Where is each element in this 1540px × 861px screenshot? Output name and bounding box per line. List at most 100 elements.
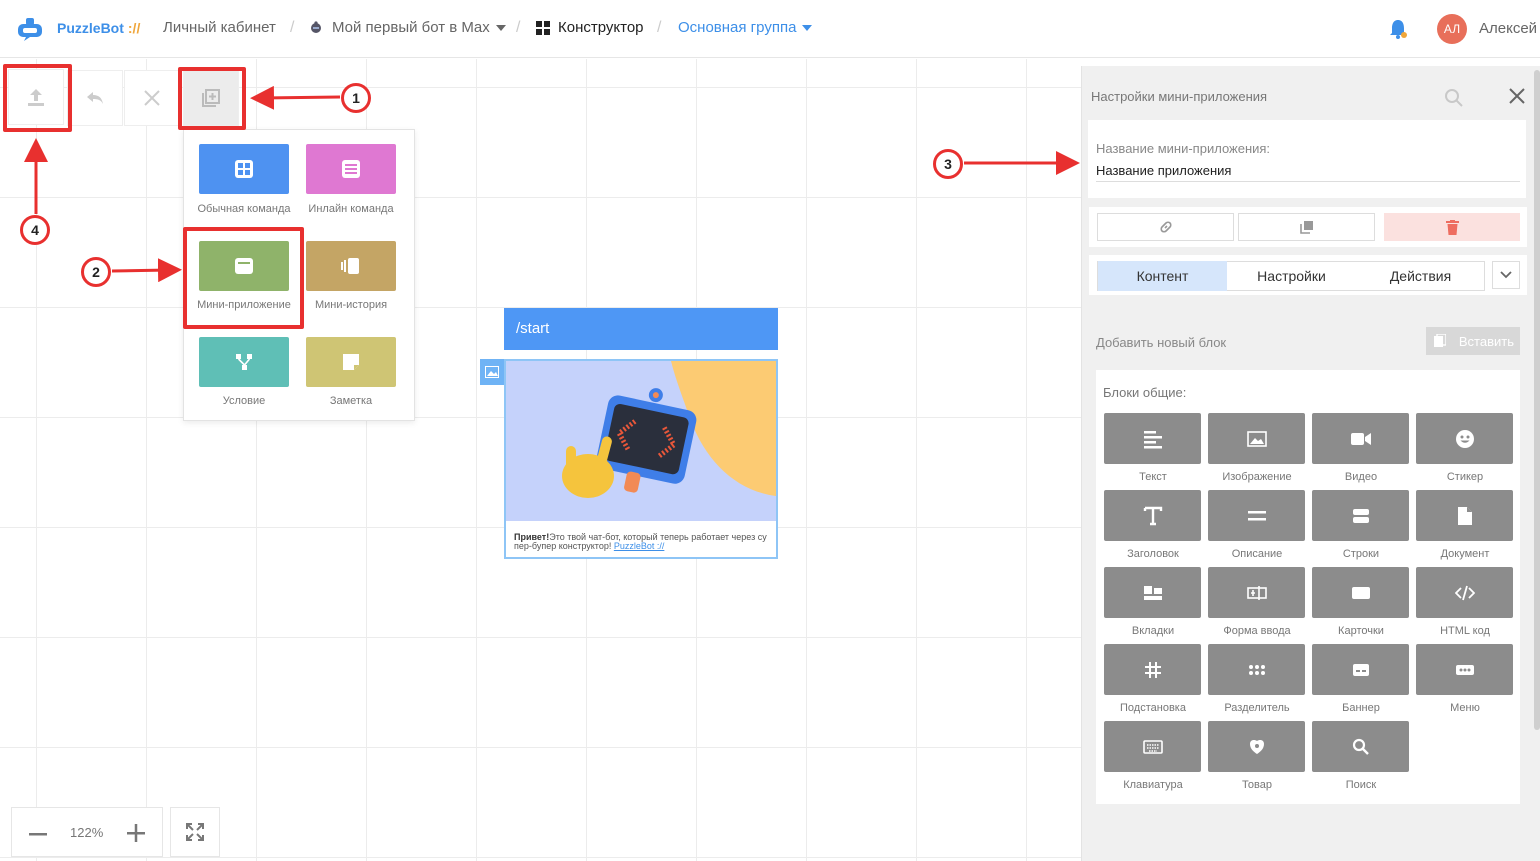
block-rows[interactable] — [1312, 490, 1409, 541]
menu-item-inline[interactable] — [306, 144, 396, 194]
bot-icon — [311, 21, 321, 33]
block-rows-label: Строки — [1342, 548, 1380, 560]
breadcrumb-group-label: Основная группа — [678, 19, 797, 36]
block-tabs-label: Вкладки — [1131, 625, 1175, 637]
zoom-out-icon[interactable] — [28, 824, 48, 844]
code-icon — [1454, 585, 1475, 600]
menu-item-mini-app[interactable] — [199, 241, 289, 291]
block-text-label: Текст — [1139, 471, 1167, 483]
breadcrumb-bot[interactable]: Мой первый бот в Max — [332, 19, 506, 36]
breadcrumb-cabinet[interactable]: Личный кабинет — [163, 19, 276, 36]
block-product[interactable] — [1208, 721, 1305, 772]
avatar[interactable]: АЛ — [1437, 14, 1467, 44]
breadcrumb-constructor[interactable]: Конструктор — [558, 19, 644, 36]
bell-icon[interactable] — [1388, 18, 1408, 40]
menu-item-condition[interactable] — [199, 337, 289, 387]
block-image[interactable] — [1208, 413, 1305, 464]
block-menu-label: Меню — [1450, 702, 1480, 714]
block-description[interactable] — [1208, 490, 1305, 541]
block-document-label: Документ — [1440, 548, 1490, 560]
block-menu[interactable] — [1416, 644, 1513, 695]
block-separator[interactable] — [1208, 644, 1305, 695]
menu-item-mini-story[interactable] — [306, 241, 396, 291]
blocks-title: Блоки общие: — [1103, 385, 1187, 400]
block-heading[interactable] — [1104, 490, 1201, 541]
menu-icon — [1455, 664, 1474, 675]
block-sticker[interactable] — [1416, 413, 1513, 464]
dots-icon — [1248, 664, 1265, 675]
export-button[interactable] — [8, 69, 64, 125]
block-separator-label: Разделитель — [1224, 702, 1290, 714]
step-marker-1: 1 — [341, 83, 371, 113]
block-cards[interactable] — [1312, 567, 1409, 618]
block-description-label: Описание — [1231, 548, 1283, 560]
brand-name[interactable]: PuzzleBot:// — [57, 20, 140, 36]
breadcrumb-separator: / — [516, 19, 521, 36]
tab-content[interactable]: Контент — [1098, 261, 1227, 291]
block-text[interactable] — [1104, 413, 1201, 464]
branch-icon — [236, 354, 252, 370]
tabs-more-button[interactable] — [1492, 261, 1520, 289]
menu-item-note[interactable] — [306, 337, 396, 387]
chevron-down-icon — [495, 25, 506, 32]
menu-item-note-label: Заметка — [329, 395, 373, 407]
paste-button[interactable]: Вставить — [1426, 327, 1520, 355]
menu-item-command[interactable] — [199, 144, 289, 194]
image-icon — [1246, 430, 1267, 447]
start-node-body[interactable]: Привет!Это твой чат-бот, который теперь … — [504, 359, 778, 559]
block-keyboard-label: Клавиатура — [1123, 779, 1183, 791]
step-marker-2: 2 — [81, 257, 111, 287]
form-icon — [1246, 585, 1267, 600]
image-tag-icon — [480, 359, 504, 385]
start-node-header[interactable]: /start — [504, 308, 778, 350]
panel-scrollbar[interactable] — [1534, 70, 1540, 730]
block-html[interactable] — [1416, 567, 1513, 618]
block-substitution[interactable] — [1104, 644, 1201, 695]
search-icon[interactable] — [1444, 88, 1464, 108]
stories-icon — [341, 258, 359, 274]
zoom-in-icon[interactable] — [126, 823, 146, 843]
username[interactable]: Алексей — [1479, 20, 1537, 37]
block-keyboard[interactable] — [1104, 721, 1201, 772]
tab-settings[interactable]: Настройки — [1227, 261, 1356, 291]
robot-illustration-icon — [562, 361, 776, 498]
puzzlebot-logo-icon[interactable] — [16, 16, 44, 42]
delete-node-button[interactable] — [1384, 213, 1520, 241]
block-tabs[interactable] — [1104, 567, 1201, 618]
upload-icon — [28, 89, 44, 106]
top-bar: PuzzleBot:// Личный кабинет / Мой первый… — [0, 0, 1540, 58]
block-substitution-label: Подстановка — [1120, 702, 1186, 714]
app-name-input[interactable] — [1096, 160, 1520, 182]
menu-item-command-label: Обычная команда — [197, 203, 291, 215]
inline-icon — [342, 160, 360, 178]
block-input-form[interactable] — [1208, 567, 1305, 618]
link-button[interactable] — [1097, 213, 1234, 241]
add-block-button[interactable] — [183, 70, 239, 126]
brand-slashes: :// — [127, 20, 141, 36]
undo-button[interactable] — [67, 70, 123, 126]
menu-item-mini-story-label: Мини-история — [314, 299, 388, 311]
zoom-level: 122% — [70, 825, 104, 840]
note-icon — [343, 354, 359, 370]
card-icon — [1351, 586, 1370, 599]
block-banner[interactable] — [1312, 644, 1409, 695]
tabs-icon — [1143, 585, 1162, 600]
copy-button[interactable] — [1238, 213, 1375, 241]
breadcrumb-bot-label: Мой первый бот в Max — [332, 19, 490, 36]
description-icon — [1247, 510, 1266, 520]
menu-item-inline-label: Инлайн команда — [308, 203, 394, 215]
block-video[interactable] — [1312, 413, 1409, 464]
node-message: Привет!Это твой чат-бот, который теперь … — [514, 533, 772, 551]
grid-icon — [235, 160, 253, 178]
expand-icon — [186, 823, 204, 841]
keyboard-icon — [1142, 739, 1163, 754]
delete-button[interactable] — [124, 70, 180, 126]
fit-screen-button[interactable] — [170, 807, 220, 857]
tab-actions[interactable]: Действия — [1356, 261, 1485, 291]
app-name-card: Название мини-приложения: — [1088, 120, 1526, 198]
breadcrumb-group[interactable]: Основная группа — [678, 19, 813, 36]
block-search[interactable] — [1312, 721, 1409, 772]
close-icon[interactable] — [1507, 86, 1527, 106]
block-document[interactable] — [1416, 490, 1513, 541]
node-link[interactable]: PuzzleBot :// — [614, 541, 665, 551]
